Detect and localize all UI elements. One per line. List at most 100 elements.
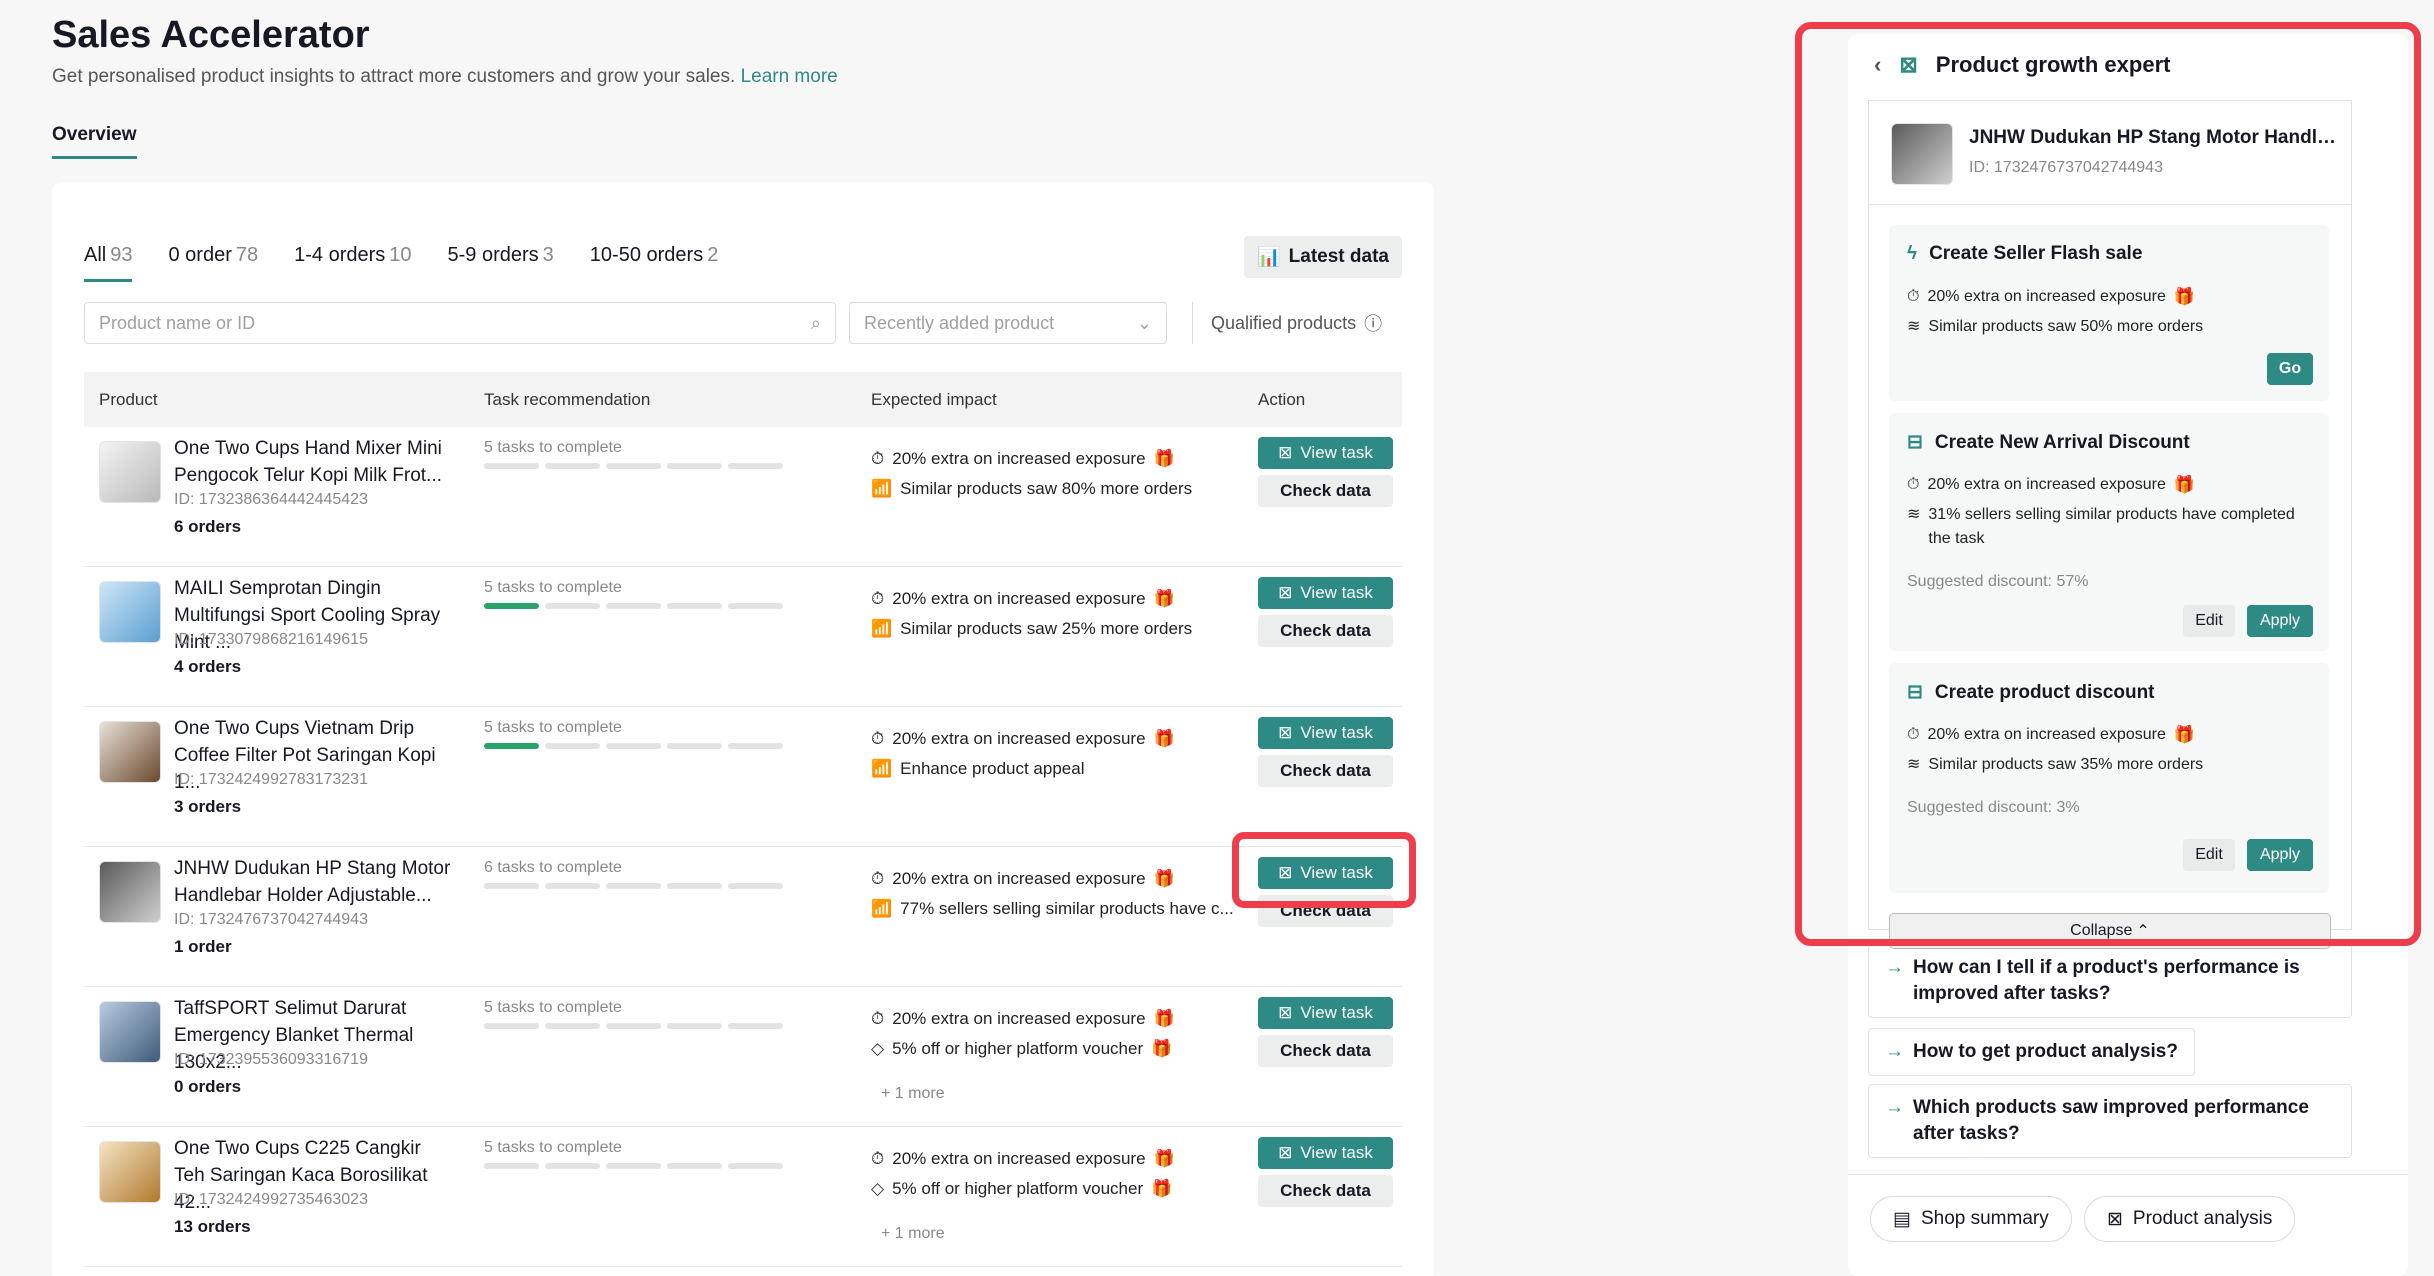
- shop-summary-button[interactable]: ▤ Shop summary: [1870, 1196, 2072, 1242]
- header-product: Product: [99, 389, 158, 409]
- qualified-products[interactable]: Qualified products ⓘ: [1192, 302, 1382, 344]
- tasks-to-complete: 5 tasks to complete: [484, 1139, 622, 1156]
- check-data-button[interactable]: Check data: [1258, 1175, 1393, 1207]
- product-analysis-button[interactable]: ⊠ Product analysis: [2084, 1196, 2296, 1242]
- product-orders: 13 orders: [174, 1217, 251, 1236]
- filter-0-order[interactable]: 0 order 78: [168, 244, 258, 282]
- filter-label: 10-50 orders: [589, 244, 704, 266]
- subtitle-text: Get personalised product insights to att…: [52, 66, 736, 87]
- table-header: Product Task recommendation Expected imp…: [84, 372, 1402, 427]
- highlight-view-task: [1232, 832, 1416, 908]
- view-task-button[interactable]: ⊠ View task: [1258, 997, 1393, 1029]
- product-image: [99, 1001, 161, 1063]
- product-name[interactable]: JNHW Dudukan HP Stang Motor Handlebar Ho…: [174, 855, 454, 909]
- filter-1-4-orders[interactable]: 1-4 orders 10: [294, 244, 411, 282]
- gift-icon: 🎁: [1151, 1179, 1173, 1198]
- impact-text: 20% extra on increased exposure: [892, 1009, 1146, 1028]
- product-orders: 3 orders: [174, 797, 242, 816]
- faq-item[interactable]: → Which products saw improved performance…: [1868, 1084, 2352, 1158]
- voucher-icon: ◇: [871, 1039, 885, 1058]
- product-orders: 0 orders: [174, 1077, 242, 1096]
- chevron-down-icon: ⌄: [1136, 312, 1152, 333]
- view-task-label: View task: [1300, 1003, 1373, 1022]
- view-task-label: View task: [1300, 723, 1373, 742]
- product-id: ID: 1732395536093316719: [174, 1051, 368, 1068]
- view-task-button[interactable]: ⊠ View task: [1258, 577, 1393, 609]
- impact-text: 20% extra on increased exposure: [892, 449, 1146, 468]
- voucher-icon: ◇: [871, 1179, 885, 1198]
- task-progress: [484, 743, 783, 749]
- gift-icon: 🎁: [1153, 1149, 1175, 1168]
- chart-icon: 📶: [871, 899, 893, 918]
- chart-icon: 📶: [871, 619, 893, 638]
- more-impacts[interactable]: + 1 more: [881, 1225, 945, 1243]
- gift-icon: 🎁: [1153, 729, 1175, 748]
- order-filters: All 93 0 order 78 1-4 orders 10 5-9 orders 3…: [84, 244, 718, 282]
- sort-select[interactable]: Recently added product ⌄: [849, 302, 1167, 344]
- product-orders: 6 orders: [174, 517, 242, 536]
- gift-icon: 🎁: [1153, 869, 1175, 888]
- page-title: Sales Accelerator: [52, 14, 370, 56]
- tasks-to-complete: 5 tasks to complete: [484, 719, 622, 736]
- help-icon: ⓘ: [1364, 314, 1383, 334]
- latest-data-button[interactable]: 📊 Latest data: [1244, 236, 1402, 278]
- view-task-button[interactable]: ⊠ View task: [1258, 717, 1393, 749]
- check-data-button[interactable]: Check data: [1258, 475, 1393, 507]
- filter-label: 5-9 orders: [447, 244, 539, 266]
- faq-text: Which products saw improved performance …: [1913, 1097, 2309, 1144]
- faq-item[interactable]: → How to get product analysis?: [1868, 1028, 2195, 1076]
- faq-item[interactable]: → How can I tell if a product's performan…: [1868, 944, 2352, 1018]
- filter-10-50-orders[interactable]: 10-50 orders 2: [590, 244, 719, 282]
- filter-label: 0 order: [168, 244, 232, 266]
- table-row: TaffSPORT Selimut Darurat Emergency Blan…: [84, 987, 1402, 1127]
- impact-text: 20% extra on increased exposure: [892, 1149, 1146, 1168]
- task-icon: ⊠: [1278, 1003, 1293, 1022]
- bar-chart-icon: 📊: [1257, 247, 1281, 268]
- table-row: MAILI Semprotan Dingin Multifungsi Sport…: [84, 567, 1402, 707]
- view-task-label: View task: [1300, 583, 1373, 602]
- task-progress: [484, 603, 783, 609]
- check-data-button[interactable]: Check data: [1258, 755, 1393, 787]
- product-orders: 1 order: [174, 937, 232, 956]
- filter-all[interactable]: All 93: [84, 244, 133, 282]
- header-action: Action: [1258, 389, 1306, 409]
- gift-icon: 🎁: [1153, 589, 1175, 608]
- impact-line: ◇ 5% off or higher platform voucher 🎁: [871, 1039, 1172, 1059]
- tasks-to-complete: 5 tasks to complete: [484, 999, 622, 1016]
- impact-line: ⏱ 20% extra on increased exposure 🎁: [871, 449, 1175, 469]
- check-data-button[interactable]: Check data: [1258, 615, 1393, 647]
- filter-count: 3: [542, 244, 554, 266]
- product-name[interactable]: One Two Cups Hand Mixer Mini Pengocok Te…: [174, 435, 454, 489]
- task-progress: [484, 883, 783, 889]
- learn-more-link[interactable]: Learn more: [741, 66, 838, 87]
- impact-text: 5% off or higher platform voucher: [892, 1179, 1144, 1198]
- product-analysis-label: Product analysis: [2132, 1208, 2273, 1229]
- impact-line: ⏱ 20% extra on increased exposure 🎁: [871, 869, 1175, 889]
- impact-line: 📶 Similar products saw 25% more orders: [871, 619, 1192, 639]
- tasks-to-complete: 5 tasks to complete: [484, 579, 622, 596]
- task-icon: ⊠: [1278, 443, 1293, 462]
- tab-overview[interactable]: Overview: [52, 124, 137, 159]
- view-task-label: View task: [1300, 1143, 1373, 1162]
- highlight-panel: [1795, 22, 2421, 946]
- timer-icon: ⏱: [871, 869, 885, 888]
- search-input[interactable]: Product name or ID ⌕: [84, 302, 836, 344]
- filter-5-9-orders[interactable]: 5-9 orders 3: [448, 244, 554, 282]
- product-orders: 4 orders: [174, 657, 242, 676]
- impact-text: 5% off or higher platform voucher: [892, 1039, 1144, 1058]
- impact-line: ⏱ 20% extra on increased exposure 🎁: [871, 1009, 1175, 1029]
- view-task-button[interactable]: ⊠ View task: [1258, 437, 1393, 469]
- view-task-label: View task: [1300, 443, 1373, 462]
- more-impacts[interactable]: + 1 more: [881, 1085, 945, 1103]
- check-data-button[interactable]: Check data: [1258, 1035, 1393, 1067]
- gift-icon: 🎁: [1153, 449, 1175, 468]
- view-task-button[interactable]: ⊠ View task: [1258, 1137, 1393, 1169]
- header-task: Task recommendation: [484, 389, 651, 409]
- impact-line: ⏱ 20% extra on increased exposure 🎁: [871, 1149, 1175, 1169]
- impact-line: 📶 Enhance product appeal: [871, 759, 1084, 779]
- filter-count: 2: [707, 244, 719, 266]
- product-image: [99, 861, 161, 923]
- qualified-label: Qualified products: [1211, 312, 1357, 333]
- product-id: ID: 1732476737042744943: [174, 911, 368, 928]
- product-image: [99, 1141, 161, 1203]
